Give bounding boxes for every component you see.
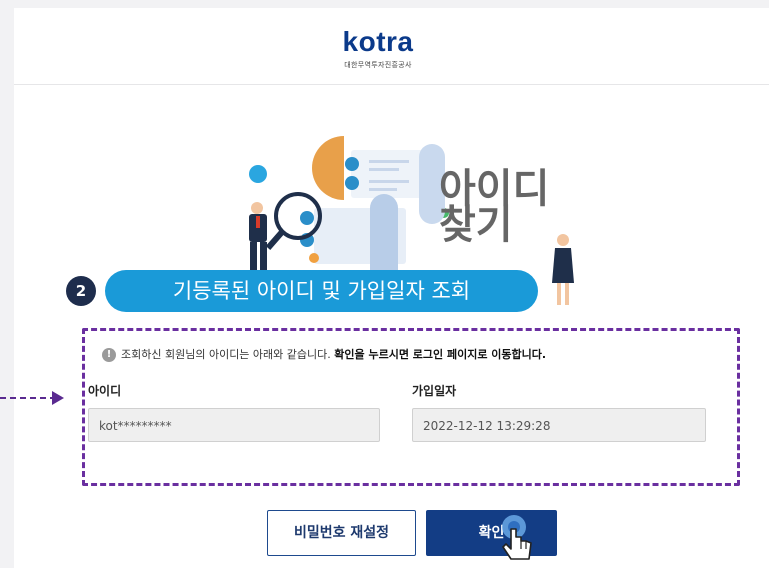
info-icon: !: [102, 348, 116, 362]
signup-date-label: 가입일자: [412, 384, 457, 398]
notice-bold-text: 확인을 누르시면 로그인 페이지로 이동합니다.: [334, 348, 547, 361]
pointer-arrow-head-icon: [52, 391, 64, 405]
result-notice: ! 조회하신 회원님의 아이디는 아래와 같습니다. 확인을 누르시면 로그인 페…: [102, 346, 732, 364]
hero-title-line2: 찾기: [439, 202, 513, 248]
id-field: kot*********: [88, 408, 380, 442]
signup-date-field: 2022-12-12 13:29:28: [412, 408, 706, 442]
pointer-arrow-line: [0, 397, 56, 399]
notice-text: 조회하신 회원님의 아이디는 아래와 같습니다.: [121, 348, 331, 361]
hand-cursor-icon: [502, 515, 532, 560]
reset-password-button[interactable]: 비밀번호 재설정: [267, 510, 416, 556]
page: kotra 대한무역투자진흥공사 아이디 찾기 2 기등록된 아이디 및 가입일…: [14, 8, 769, 568]
hero-title: 아이디 찾기: [439, 169, 559, 248]
step-description-pill: 기등록된 아이디 및 가입일자 조회: [105, 270, 538, 312]
id-label: 아이디: [88, 384, 122, 398]
step-number-badge: 2: [66, 276, 96, 306]
